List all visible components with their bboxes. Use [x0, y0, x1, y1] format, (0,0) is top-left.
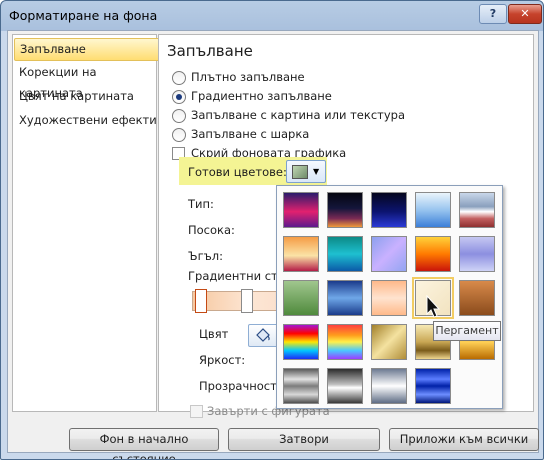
close-window-button[interactable]: ✕ — [508, 4, 542, 24]
preset-colors-label: Готови цветове: — [188, 165, 287, 179]
preset-swatch[interactable] — [415, 192, 451, 228]
nav-item-picture-corrections[interactable]: Корекции на картината — [14, 62, 158, 100]
rotate-with-shape-checkbox[interactable] — [190, 405, 203, 418]
nav-item-artistic-effects[interactable]: Художествени ефекти — [14, 110, 158, 131]
pattern-fill-label[interactable]: Запълване с шарка — [191, 127, 309, 141]
gradient-fill-label[interactable]: Градиентно запълване — [191, 89, 332, 103]
panel-title: Запълване — [167, 42, 253, 60]
format-background-dialog: Форматиране на фона ? ✕ Запълване Корекц… — [0, 0, 544, 460]
solid-fill-radio[interactable] — [172, 71, 186, 85]
preset-colors-dropdown[interactable]: ▼ — [286, 160, 326, 183]
preset-swatch[interactable] — [327, 324, 363, 360]
preset-swatch[interactable] — [371, 368, 407, 404]
preset-swatch[interactable] — [415, 236, 451, 272]
gradient-stop-1[interactable] — [195, 289, 207, 313]
nav-item-fill[interactable]: Запълване — [14, 38, 160, 61]
brightness-label: Яркост: — [199, 353, 246, 367]
preset-swatch[interactable] — [327, 192, 363, 228]
gradient-stop-2[interactable] — [241, 289, 253, 313]
reset-background-button[interactable]: Фон в начално състояние — [69, 428, 219, 459]
preset-swatch[interactable] — [283, 192, 319, 228]
help-button[interactable]: ? — [479, 4, 507, 24]
chevron-down-icon: ▼ — [313, 167, 320, 176]
radio-selected-dot — [176, 94, 182, 100]
nav-item-picture-color[interactable]: Цвят на картината — [14, 86, 158, 107]
preset-swatch[interactable] — [459, 236, 495, 272]
preset-swatch[interactable] — [415, 368, 451, 404]
preset-color-preview — [292, 165, 308, 179]
color-label: Цвят — [199, 327, 229, 341]
preset-swatch[interactable] — [459, 192, 495, 228]
preset-swatch[interactable] — [371, 324, 407, 360]
preset-swatch[interactable] — [371, 192, 407, 228]
close-button[interactable]: Затвори — [228, 428, 380, 451]
preset-swatch[interactable] — [371, 280, 407, 316]
direction-label: Посока: — [188, 223, 235, 237]
preset-swatch[interactable] — [371, 236, 407, 272]
pattern-fill-radio[interactable] — [172, 128, 186, 142]
picture-texture-fill-label[interactable]: Запълване с картина или текстура — [191, 108, 405, 122]
apply-to-all-button[interactable]: Приложи към всички — [389, 428, 539, 451]
angle-label: Ъгъл: — [188, 249, 223, 263]
transparency-label: Прозрачност: — [199, 379, 281, 393]
preset-colors-gallery — [276, 185, 503, 409]
paint-bucket-icon — [256, 328, 270, 342]
gradient-fill-radio[interactable] — [172, 90, 186, 104]
preset-swatch[interactable] — [327, 368, 363, 404]
picture-texture-fill-radio[interactable] — [172, 109, 186, 123]
preset-swatch[interactable] — [459, 280, 495, 316]
mouse-pointer-icon — [426, 295, 441, 318]
category-list: Запълване Корекции на картината Цвят на … — [12, 34, 160, 412]
preset-tooltip: Пергамент — [433, 321, 501, 341]
preset-swatch[interactable] — [283, 368, 319, 404]
preset-swatch[interactable] — [327, 280, 363, 316]
preset-swatch[interactable] — [283, 280, 319, 316]
type-label: Тип: — [188, 197, 214, 211]
preset-swatch[interactable] — [327, 236, 363, 272]
solid-fill-label[interactable]: Плътно запълване — [191, 70, 305, 84]
preset-swatch[interactable] — [283, 324, 319, 360]
preset-swatch[interactable] — [283, 236, 319, 272]
window-title: Форматиране на фона — [9, 8, 158, 23]
title-bar[interactable]: Форматиране на фона ? ✕ — [1, 1, 543, 30]
